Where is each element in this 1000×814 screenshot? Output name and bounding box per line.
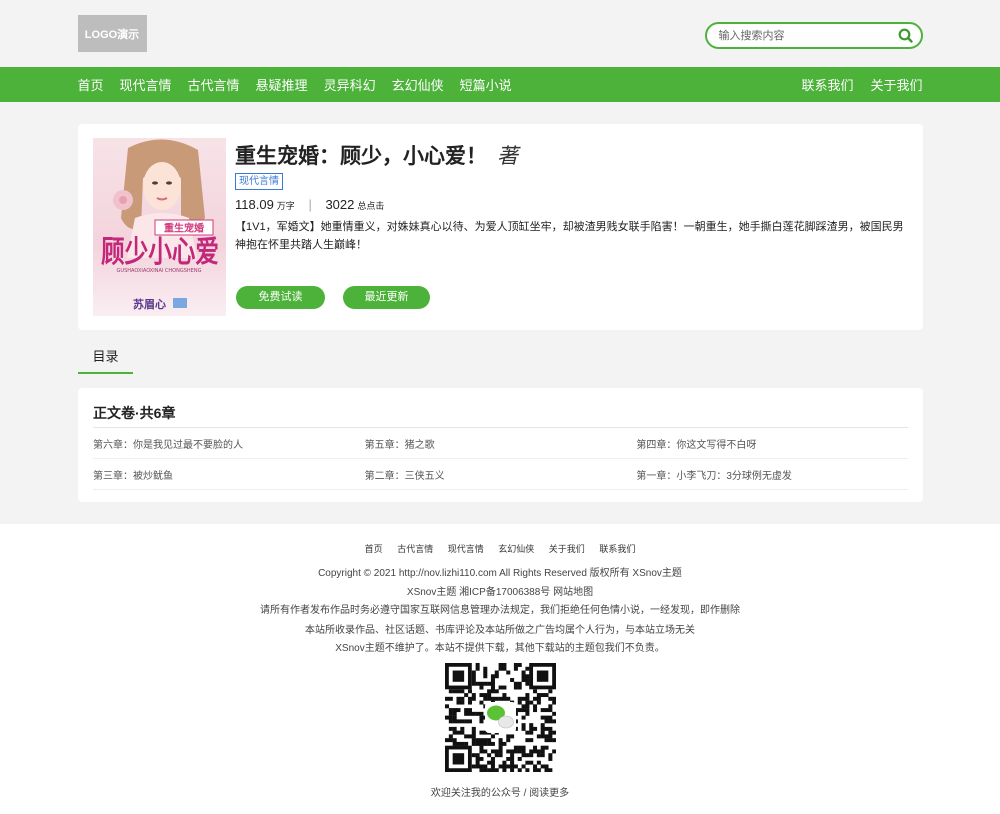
volume-title: 正文卷·共6章 [93, 405, 176, 421]
book-cover[interactable]: 重生宠婚 顾少小心爱 GUSHAOXIAOXINAI CHONGSHENG 苏眉… [93, 138, 226, 316]
main-nav: 首页 现代言情 古代言情 悬疑推理 灵异科幻 玄幻仙侠 短篇小说 联系我们 关于… [0, 67, 1000, 102]
search-box [704, 22, 923, 49]
cover-author: 苏眉心 [133, 297, 166, 311]
qr-caption: 欢迎关注我的公众号 / 阅读更多 [430, 788, 570, 799]
book-author: 著 [497, 144, 518, 168]
cover-title-main: 顾少小心爱 [101, 235, 219, 270]
stats-separator: | [308, 197, 312, 212]
book-info-card: 重生宠婚 顾少小心爱 GUSHAOXIAOXINAI CHONGSHENG 苏眉… [78, 124, 923, 330]
cover-title-tag: 重生宠婚 [164, 222, 204, 235]
word-count: 118.09 [235, 197, 274, 212]
footer-link-contact[interactable]: 联系我们 [599, 544, 635, 554]
chapter-link[interactable]: 第一章：小李飞刀：3分球例无虚发 [636, 467, 908, 482]
nav-home[interactable]: 首页 [78, 75, 104, 94]
footer-icp: XSnov主题 湘ICP备17006388号 网站地图 [406, 587, 594, 598]
cover-pinyin: GUSHAOXIAOXINAI CHONGSHENG [117, 268, 202, 274]
book-intro: 【1V1，军婚文】她重情重义，对姝妹真心以待、为爱人顶缸坐牢，却被渣男贱女联手陷… [235, 221, 904, 251]
footer-link-home[interactable]: 首页 [365, 544, 383, 554]
free-read-button[interactable]: 免费试读 [236, 286, 325, 309]
chapter-link[interactable]: 第三章：被炒鱿鱼 [93, 467, 365, 482]
nav-mystery[interactable]: 悬疑推理 [256, 75, 308, 94]
site-footer: 首页 古代言情 现代言情 玄幻仙侠 关于我们 联系我们 Copyright © … [0, 524, 1000, 814]
footer-copyright: Copyright © 2021 http://nov.lizhi110.com… [318, 568, 682, 579]
nav-modern-romance[interactable]: 现代言情 [120, 75, 172, 94]
chapter-grid: 第六章：你是我见过最不要脸的人 第五章：猪之歌 第四章：你这文写得不白呀 第三章… [93, 428, 908, 490]
nav-about[interactable]: 关于我们 [870, 75, 922, 94]
latest-update-button[interactable]: 最近更新 [343, 286, 430, 309]
book-stats: 118.09 万字 | 3022 总点击 [235, 197, 384, 212]
nav-contact[interactable]: 联系我们 [801, 75, 853, 94]
chapter-link[interactable]: 第二章：三侠五义 [365, 467, 637, 482]
footer-notice-3: XSnov主题不维护了。本站不提供下载，其他下载站的主题包我们不负责。 [335, 643, 665, 654]
nav-right-group: 联系我们 关于我们 [784, 75, 922, 94]
book-title: 重生宠婚：顾少，小心爱！ [235, 145, 487, 168]
chapter-link[interactable]: 第六章：你是我见过最不要脸的人 [93, 436, 365, 451]
site-header: LOGO演示 [0, 0, 1000, 67]
footer-notice-1: 请所有作者发布作品时务必遵守国家互联网信息管理办法规定，我们拒绝任何色情小说，一… [260, 605, 740, 616]
footer-link-fantasy[interactable]: 玄幻仙侠 [498, 544, 534, 554]
footer-notice-2: 本站所收录作品、社区话题、书库评论及本站所做之广告均属个人行为，与本站立场无关 [305, 625, 695, 636]
chapter-link[interactable]: 第五章：猪之歌 [365, 436, 637, 451]
click-count: 3022 [325, 197, 355, 212]
genre-tag[interactable]: 现代言情 [235, 173, 283, 190]
nav-fantasy[interactable]: 玄幻仙侠 [392, 75, 444, 94]
footer-links: 首页 古代言情 现代言情 玄幻仙侠 关于我们 联系我们 [0, 542, 1000, 555]
search-icon[interactable] [897, 27, 915, 45]
footer-link-modern[interactable]: 现代言情 [448, 544, 484, 554]
nav-short-stories[interactable]: 短篇小说 [460, 75, 512, 94]
nav-scifi[interactable]: 灵异科幻 [324, 75, 376, 94]
nav-ancient-romance[interactable]: 古代言情 [188, 75, 240, 94]
chapter-link[interactable]: 第四章：你这文写得不白呀 [636, 436, 908, 451]
book-title-row: 重生宠婚：顾少，小心爱！ 著 [235, 140, 518, 170]
footer-link-about[interactable]: 关于我们 [549, 544, 585, 554]
qr-code [445, 663, 557, 773]
chapter-list-card: 正文卷·共6章 第六章：你是我见过最不要脸的人 第五章：猪之歌 第四章：你这文写… [78, 388, 923, 502]
chapter-row: 第六章：你是我见过最不要脸的人 第五章：猪之歌 第四章：你这文写得不白呀 [93, 428, 908, 459]
tab-toc[interactable]: 目录 [78, 340, 133, 374]
footer-link-ancient[interactable]: 古代言情 [397, 544, 433, 554]
search-input[interactable] [718, 24, 889, 47]
word-unit: 万字 [276, 201, 295, 211]
click-unit: 总点击 [357, 201, 385, 211]
chapter-row: 第三章：被炒鱿鱼 第二章：三侠五义 第一章：小李飞刀：3分球例无虚发 [93, 459, 908, 490]
site-logo[interactable]: LOGO演示 [77, 15, 147, 52]
